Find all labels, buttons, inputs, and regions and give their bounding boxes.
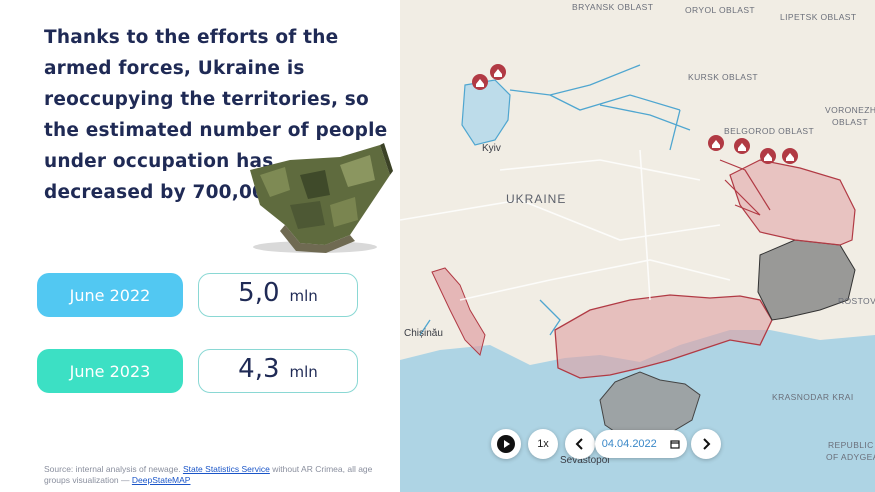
prev-date-button[interactable]	[565, 429, 595, 459]
calendar-icon[interactable]	[670, 439, 680, 449]
info-panel: Thanks to the efforts of the armed force…	[0, 0, 400, 492]
label-voronezh-1: VORONEZH	[825, 105, 875, 115]
label-lipetsk: LIPETSK OBLAST	[780, 12, 857, 22]
label-republic-2: OF ADYGEA	[826, 452, 875, 462]
value-unit: mln	[289, 363, 318, 381]
source-prefix: Source: internal analysis of newage.	[44, 464, 181, 474]
label-voronezh-2: OBLAST	[832, 117, 868, 127]
military-boot-image	[250, 143, 393, 253]
value-number: 5,0	[238, 278, 280, 308]
occupation-map[interactable]: BRYANSK OBLAST ORYOL OBLAST LIPETSK OBLA…	[400, 0, 875, 492]
label-belgorod: BELGOROD OBLAST	[724, 126, 815, 136]
date-input[interactable]: 04.04.2022	[595, 430, 687, 458]
value-number: 4,3	[238, 354, 280, 384]
chevron-right-icon	[703, 438, 711, 450]
label-bryansk: BRYANSK OBLAST	[572, 2, 654, 12]
play-button[interactable]	[491, 429, 521, 459]
value-box-2022: 5,0 mln	[198, 273, 358, 317]
map-canvas	[400, 64, 875, 492]
label-republic-1: REPUBLIC	[828, 440, 874, 450]
next-date-button[interactable]	[691, 429, 721, 459]
date-value: 04.04.2022	[601, 438, 657, 450]
source-note: Source: internal analysis of newage. Sta…	[44, 464, 394, 486]
value-unit: mln	[289, 287, 318, 305]
play-icon	[497, 435, 515, 453]
source-link-statistics[interactable]: State Statistics Service	[183, 464, 270, 474]
label-kursk: KURSK OBLAST	[688, 72, 758, 82]
speed-button[interactable]: 1x	[528, 429, 558, 459]
label-ukraine: UKRAINE	[506, 192, 567, 206]
label-krasnodar: KRASNODAR KRAI	[772, 392, 854, 402]
chevron-left-icon	[575, 438, 583, 450]
date-pill-2022: June 2022	[37, 273, 183, 317]
source-link-deepstatemap[interactable]: DeepStateMAP	[132, 475, 191, 485]
value-box-2023: 4,3 mln	[198, 349, 358, 393]
label-rostov: ROSTOV	[838, 296, 875, 306]
date-pill-2023: June 2023	[37, 349, 183, 393]
city-kyiv: Kyiv	[482, 143, 501, 154]
city-chisinau: Chișinău	[404, 328, 443, 339]
label-oryol: ORYOL OBLAST	[685, 5, 755, 15]
